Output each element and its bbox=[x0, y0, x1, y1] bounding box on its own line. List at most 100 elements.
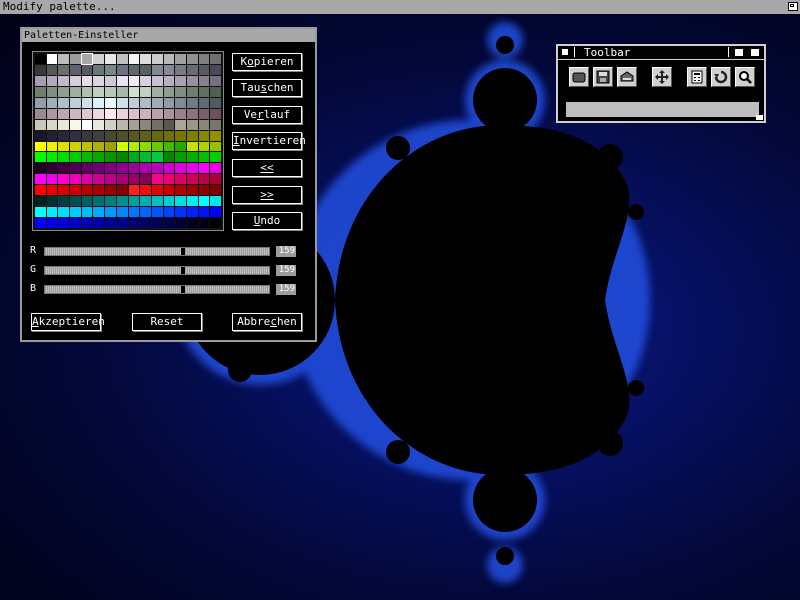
color-swatch[interactable] bbox=[58, 54, 70, 64]
color-swatch[interactable] bbox=[186, 54, 198, 64]
color-swatch[interactable] bbox=[198, 54, 210, 64]
green-slider-knob[interactable] bbox=[181, 267, 185, 274]
color-swatch[interactable] bbox=[198, 207, 210, 218]
color-swatch[interactable] bbox=[210, 75, 221, 86]
color-swatch[interactable] bbox=[105, 207, 116, 218]
color-swatch[interactable] bbox=[140, 97, 151, 108]
color-swatch[interactable] bbox=[128, 54, 140, 64]
color-swatch[interactable] bbox=[198, 97, 210, 108]
color-swatch[interactable] bbox=[116, 196, 128, 207]
color-swatch[interactable] bbox=[186, 119, 198, 130]
color-swatch[interactable] bbox=[35, 97, 46, 108]
color-swatch[interactable] bbox=[175, 207, 186, 218]
color-swatch[interactable] bbox=[140, 196, 151, 207]
toolbar-title-bar[interactable]: Toolbar bbox=[558, 46, 764, 60]
window-menu-icon[interactable] bbox=[562, 49, 568, 55]
color-swatch[interactable] bbox=[81, 207, 93, 218]
color-swatch[interactable] bbox=[140, 218, 151, 228]
color-swatch[interactable] bbox=[163, 218, 175, 228]
color-swatch[interactable] bbox=[128, 64, 140, 75]
color-swatch[interactable] bbox=[105, 185, 116, 196]
color-swatch[interactable] bbox=[163, 152, 175, 163]
color-swatch[interactable] bbox=[81, 86, 93, 97]
color-swatch[interactable] bbox=[140, 152, 151, 163]
color-swatch[interactable] bbox=[140, 64, 151, 75]
color-swatch[interactable] bbox=[46, 119, 58, 130]
color-swatch[interactable] bbox=[175, 152, 186, 163]
color-swatch[interactable] bbox=[46, 54, 58, 64]
restore-icon[interactable] bbox=[751, 49, 759, 56]
cancel-button[interactable]: Abbrechen bbox=[232, 313, 302, 331]
color-swatch[interactable] bbox=[186, 141, 198, 152]
color-swatch[interactable] bbox=[151, 196, 163, 207]
color-swatch[interactable] bbox=[81, 130, 93, 141]
accept-button[interactable]: Akzeptieren bbox=[31, 313, 105, 331]
color-swatch[interactable] bbox=[81, 97, 93, 108]
color-swatch[interactable] bbox=[175, 54, 186, 64]
color-swatch[interactable] bbox=[81, 163, 93, 174]
color-swatch[interactable] bbox=[163, 185, 175, 196]
color-swatch[interactable] bbox=[175, 218, 186, 228]
color-swatch[interactable] bbox=[70, 185, 81, 196]
color-swatch[interactable] bbox=[70, 130, 81, 141]
color-swatch[interactable] bbox=[210, 119, 221, 130]
color-swatch[interactable] bbox=[35, 130, 46, 141]
color-swatch[interactable] bbox=[116, 86, 128, 97]
color-swatch[interactable] bbox=[58, 86, 70, 97]
color-swatch[interactable] bbox=[163, 54, 175, 64]
color-swatch[interactable] bbox=[163, 207, 175, 218]
color-swatch[interactable] bbox=[128, 207, 140, 218]
color-swatch-grid[interactable] bbox=[32, 51, 224, 231]
swap-button[interactable]: Tauschen bbox=[232, 79, 302, 97]
color-swatch[interactable] bbox=[35, 174, 46, 185]
color-swatch-selected[interactable] bbox=[80, 53, 94, 65]
color-swatch[interactable] bbox=[198, 218, 210, 228]
color-swatch[interactable] bbox=[105, 86, 116, 97]
color-swatch[interactable] bbox=[175, 174, 186, 185]
color-swatch[interactable] bbox=[93, 97, 105, 108]
maximize-icon[interactable] bbox=[735, 49, 743, 56]
color-swatch[interactable] bbox=[151, 64, 163, 75]
color-swatch[interactable] bbox=[163, 75, 175, 86]
color-swatch[interactable] bbox=[163, 97, 175, 108]
color-swatch[interactable] bbox=[93, 152, 105, 163]
blue-slider-knob[interactable] bbox=[181, 286, 185, 293]
color-swatch[interactable] bbox=[163, 130, 175, 141]
color-swatch[interactable] bbox=[186, 152, 198, 163]
palette-window-title[interactable]: Paletten-Einsteller bbox=[22, 29, 315, 42]
zoom-button[interactable] bbox=[735, 67, 755, 87]
color-swatch[interactable] bbox=[163, 174, 175, 185]
color-swatch[interactable] bbox=[210, 130, 221, 141]
color-swatch[interactable] bbox=[198, 141, 210, 152]
color-swatch[interactable] bbox=[35, 64, 46, 75]
color-swatch[interactable] bbox=[198, 130, 210, 141]
color-swatch[interactable] bbox=[128, 218, 140, 228]
color-swatch[interactable] bbox=[105, 75, 116, 86]
color-swatch[interactable] bbox=[58, 141, 70, 152]
color-swatch[interactable] bbox=[210, 54, 221, 64]
color-swatch[interactable] bbox=[116, 54, 128, 64]
color-swatch[interactable] bbox=[198, 64, 210, 75]
color-swatch[interactable] bbox=[105, 152, 116, 163]
color-swatch[interactable] bbox=[140, 185, 151, 196]
color-swatch[interactable] bbox=[140, 207, 151, 218]
color-swatch[interactable] bbox=[210, 141, 221, 152]
color-swatch[interactable] bbox=[35, 152, 46, 163]
color-swatch[interactable] bbox=[186, 64, 198, 75]
color-swatch[interactable] bbox=[58, 163, 70, 174]
color-swatch[interactable] bbox=[58, 97, 70, 108]
color-swatch[interactable] bbox=[210, 207, 221, 218]
color-swatch[interactable] bbox=[105, 163, 116, 174]
color-swatch[interactable] bbox=[70, 54, 81, 64]
color-swatch[interactable] bbox=[210, 152, 221, 163]
color-swatch[interactable] bbox=[105, 174, 116, 185]
color-swatch[interactable] bbox=[151, 141, 163, 152]
color-swatch[interactable] bbox=[151, 97, 163, 108]
color-swatch[interactable] bbox=[186, 108, 198, 119]
color-swatch[interactable] bbox=[116, 130, 128, 141]
color-swatch[interactable] bbox=[128, 174, 140, 185]
color-swatch[interactable] bbox=[105, 97, 116, 108]
color-swatch[interactable] bbox=[35, 75, 46, 86]
color-swatch[interactable] bbox=[128, 141, 140, 152]
color-swatch[interactable] bbox=[128, 130, 140, 141]
